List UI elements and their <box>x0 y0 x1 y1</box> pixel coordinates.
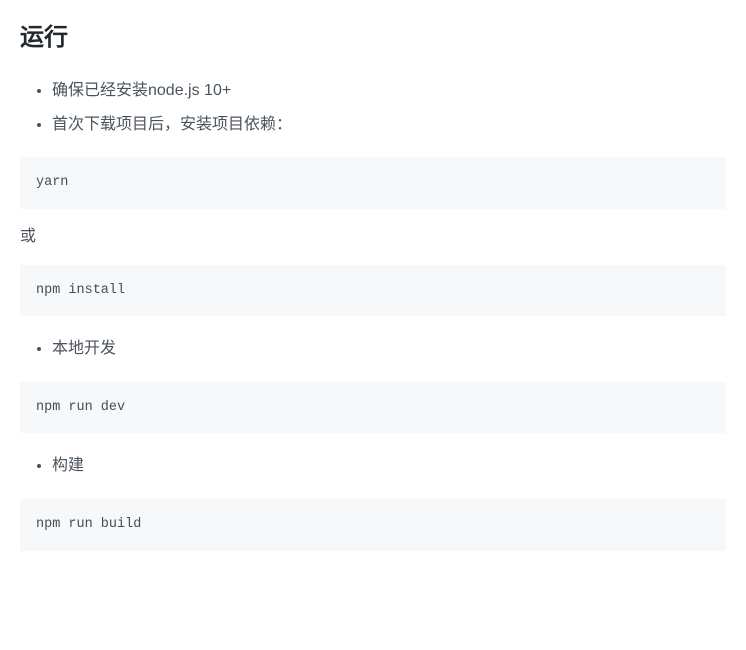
list-item: 本地开发 <box>52 332 726 366</box>
or-text: 或 <box>20 225 726 249</box>
list-item: 构建 <box>52 449 726 483</box>
code-block: npm install <box>20 265 726 317</box>
prerequisites-list: 确保已经安装node.js 10+ 首次下载项目后，安装项目依赖： <box>20 74 726 141</box>
list-item: 确保已经安装node.js 10+ <box>52 74 726 108</box>
code-block: yarn <box>20 157 726 209</box>
build-list: 构建 <box>20 449 726 483</box>
dev-list: 本地开发 <box>20 332 726 366</box>
code-block: npm run build <box>20 499 726 551</box>
list-item: 首次下载项目后，安装项目依赖： <box>52 108 726 142</box>
section-heading: 运行 <box>20 20 726 56</box>
code-block: npm run dev <box>20 382 726 434</box>
